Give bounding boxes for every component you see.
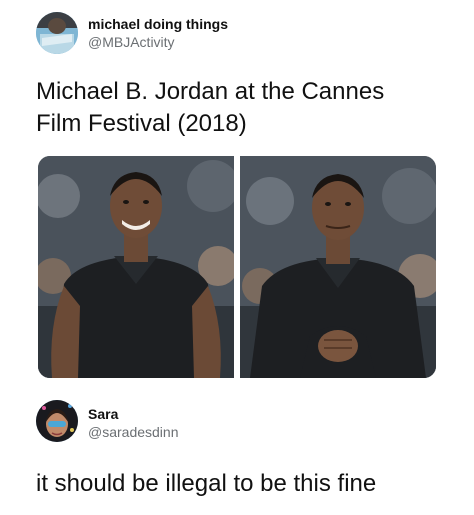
tweet-photo-2[interactable] (240, 156, 436, 378)
reply-author-name[interactable]: Sara (88, 406, 118, 422)
main-tweet: michael doing things @MBJActivity Michae… (0, 0, 474, 390)
reply-text: it should be illegal to be this fine (36, 470, 377, 497)
reply-tweet: Sara @saradesdinn it should be illegal t… (0, 390, 474, 515)
author-name[interactable]: michael doing things (88, 16, 228, 32)
tweet-text: Michael B. Jordan at the Cannes Film Fes… (36, 78, 385, 137)
reply-author-handle[interactable]: @saradesdinn (88, 424, 179, 440)
tweet-photo-1[interactable] (38, 156, 234, 378)
reply-author-avatar[interactable] (36, 400, 78, 442)
author-avatar[interactable] (36, 12, 78, 54)
author-handle[interactable]: @MBJActivity (88, 34, 175, 50)
